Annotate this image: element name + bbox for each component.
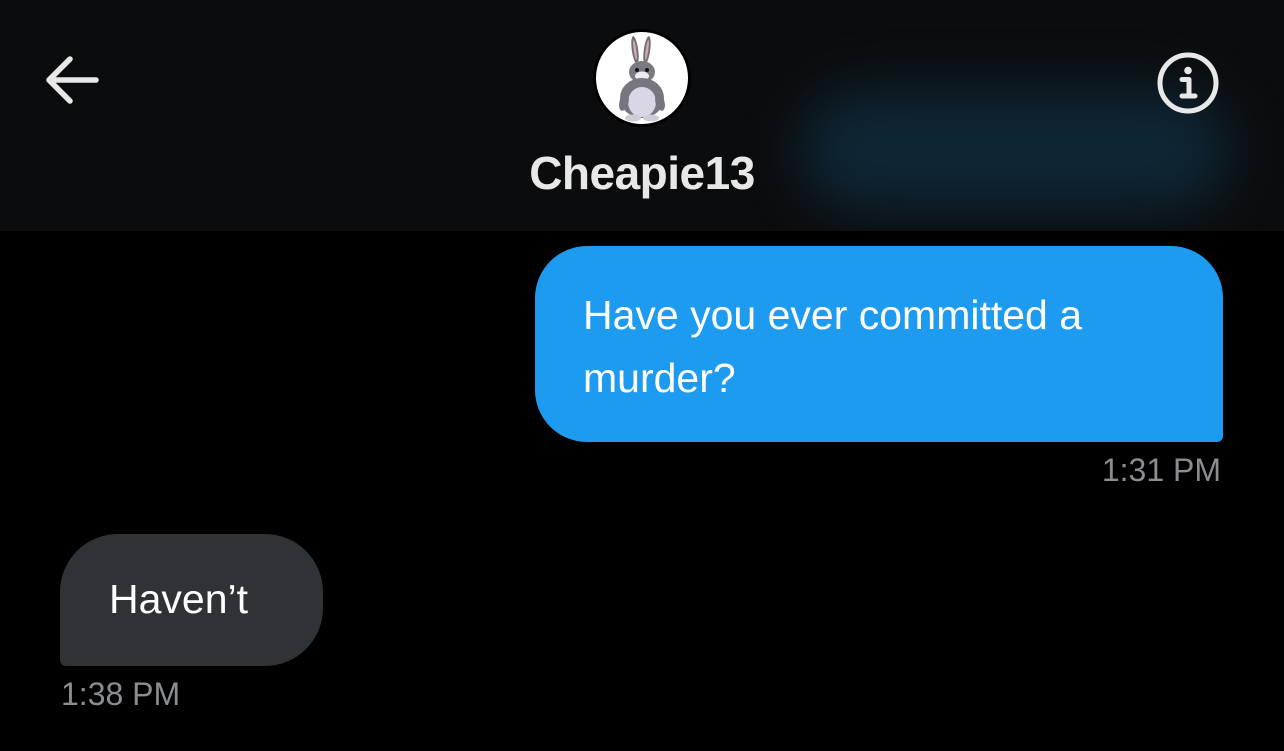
contact-name[interactable]: Cheapie13	[440, 146, 844, 200]
conversation-header: Cheapie13	[0, 0, 1284, 231]
outgoing-message-text: Have you ever committed a murder?	[583, 292, 1083, 401]
avatar-image	[596, 32, 688, 124]
info-circle-icon	[1157, 52, 1219, 114]
outgoing-message-time: 1:31 PM	[1101, 452, 1221, 488]
incoming-message-bubble[interactable]: Haven’t	[60, 534, 323, 666]
incoming-message-time: 1:38 PM	[61, 676, 181, 712]
avatar[interactable]	[593, 29, 691, 127]
rabbit-avatar-icon	[619, 36, 665, 122]
outgoing-message-bubble[interactable]: Have you ever committed a murder?	[535, 246, 1223, 442]
info-button[interactable]	[1156, 51, 1220, 115]
arrow-left-icon	[46, 56, 99, 104]
back-button[interactable]	[40, 50, 106, 110]
incoming-message-text: Haven’t	[109, 576, 249, 622]
